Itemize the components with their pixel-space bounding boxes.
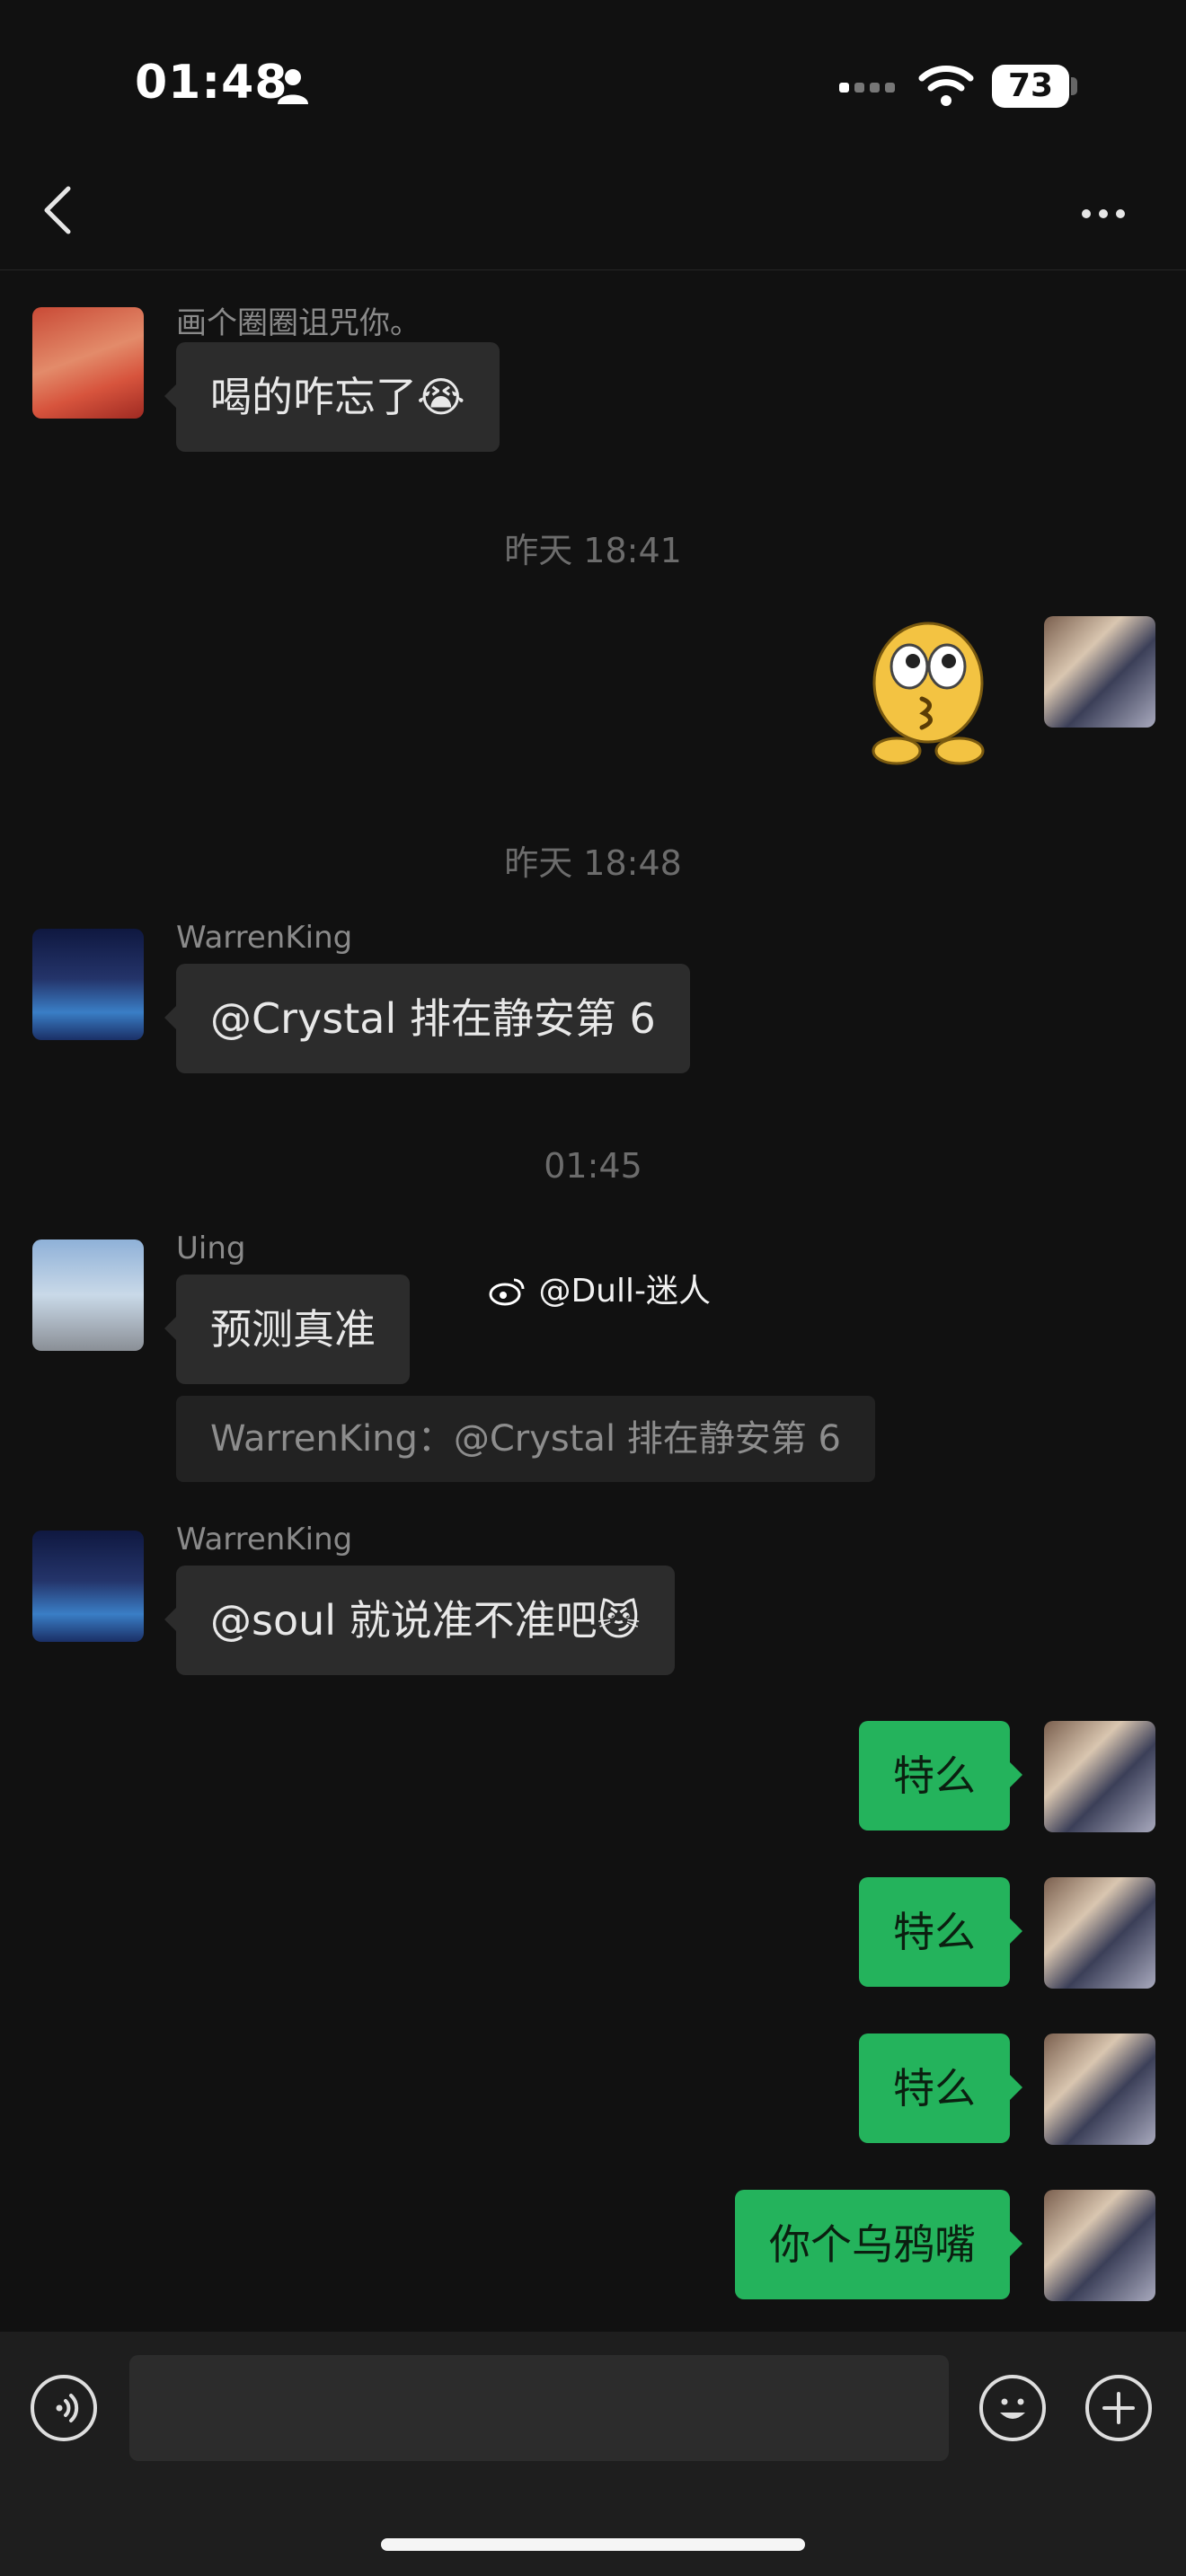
avatar[interactable]	[32, 307, 144, 419]
voice-icon	[56, 2394, 79, 2422]
sender-name: WarrenKing	[176, 1522, 353, 1557]
back-button[interactable]	[40, 183, 75, 237]
weibo-icon	[489, 1278, 525, 1306]
timestamp: 昨天 18:48	[504, 843, 682, 883]
add-button[interactable]	[1085, 2375, 1152, 2441]
avatar[interactable]	[32, 1531, 144, 1642]
voice-button[interactable]	[31, 2375, 97, 2441]
message-bubble[interactable]: @soul 就说准不准吧😼	[164, 1566, 675, 1675]
nav-divider	[0, 269, 1186, 270]
my-avatar[interactable]	[1044, 1721, 1155, 1832]
wifi-icon	[918, 66, 974, 106]
message-bubble[interactable]: 喝的咋忘了😭	[164, 342, 500, 452]
timestamp: 01:45	[544, 1146, 642, 1186]
avatar[interactable]	[32, 929, 144, 1040]
message-bubble[interactable]: 特么	[859, 1721, 1022, 1831]
message-bubble[interactable]: 你个乌鸦嘴	[735, 2190, 1022, 2299]
timestamp: 昨天 18:41	[504, 531, 682, 570]
watermark-text: @Dull-迷人	[538, 1273, 711, 1310]
message-bubble[interactable]: @Crystal 排在静安第 6	[164, 964, 690, 1073]
sender-name: Uing	[176, 1231, 246, 1266]
battery-level: 73	[1007, 67, 1054, 104]
message-bubble[interactable]: 预测真准	[164, 1275, 410, 1384]
sender-name: 画个圈圈诅咒你。	[176, 305, 420, 341]
kiss-emoji-sticker[interactable]	[870, 616, 987, 767]
weibo-watermark: @Dull-迷人	[489, 1265, 711, 1311]
my-avatar[interactable]	[1044, 1877, 1155, 1989]
message-bubble[interactable]: 特么	[859, 1877, 1022, 1987]
smiley-icon	[1000, 2398, 1025, 2419]
my-avatar[interactable]	[1044, 2033, 1155, 2145]
person-icon	[278, 69, 308, 104]
my-avatar[interactable]	[1044, 2190, 1155, 2301]
message-input[interactable]	[129, 2355, 949, 2461]
sender-name: WarrenKing	[176, 920, 353, 956]
plus-icon	[1102, 2392, 1135, 2424]
battery-tip	[1071, 77, 1077, 95]
cellular-signal-icon	[839, 79, 900, 96]
message-bubble[interactable]: 特么	[859, 2033, 1022, 2143]
quoted-message[interactable]: WarrenKing：@Crystal 排在静安第 6	[176, 1396, 875, 1482]
emoji-button[interactable]	[979, 2375, 1046, 2441]
status-time: 01:48	[135, 56, 288, 110]
home-indicator	[381, 2538, 805, 2551]
avatar[interactable]	[32, 1239, 144, 1351]
more-options-button[interactable]	[1082, 205, 1134, 218]
battery-indicator: 73	[992, 65, 1069, 108]
my-avatar[interactable]	[1044, 616, 1155, 728]
